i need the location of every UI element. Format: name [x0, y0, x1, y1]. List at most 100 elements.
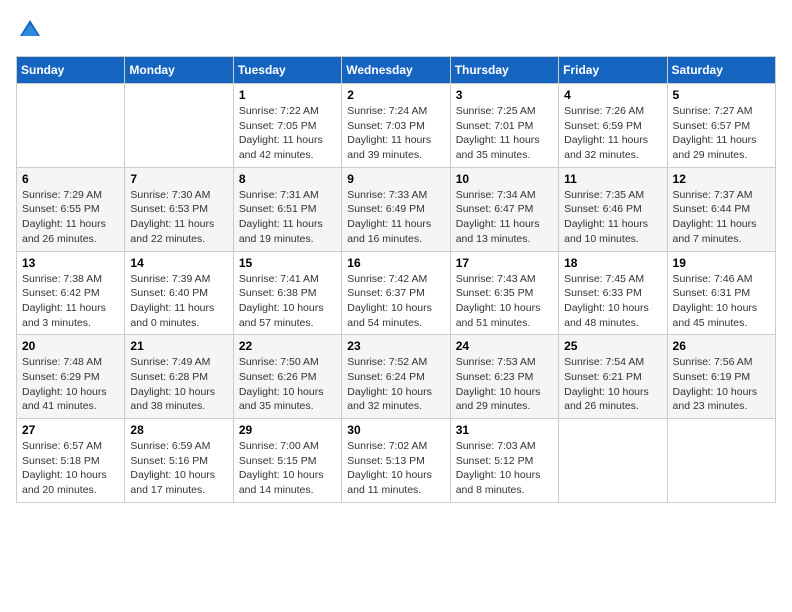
day-number: 25	[564, 339, 661, 353]
day-info: Sunrise: 7:46 AM Sunset: 6:31 PM Dayligh…	[673, 272, 770, 331]
calendar-cell: 27Sunrise: 6:57 AM Sunset: 5:18 PM Dayli…	[17, 419, 125, 503]
day-number: 15	[239, 256, 336, 270]
calendar-cell: 19 Sunrise: 7:46 AM Sunset: 6:31 PM Dayli…	[667, 251, 775, 335]
day-number: 19	[673, 256, 770, 270]
day-info: Sunrise: 7:41 AM Sunset: 6:38 PM Dayligh…	[239, 272, 336, 331]
day-number: 22	[239, 339, 336, 353]
day-info: Sunrise: 7:24 AM Sunset: 7:03 PM Dayligh…	[347, 104, 444, 163]
weekday-header: Saturday	[667, 57, 775, 84]
calendar-cell: 29Sunrise: 7:00 AM Sunset: 5:15 PM Dayli…	[233, 419, 341, 503]
day-info: Sunrise: 7:48 AM Sunset: 6:29 PM Dayligh…	[22, 355, 119, 414]
weekday-header: Friday	[559, 57, 667, 84]
day-number: 20	[22, 339, 119, 353]
day-info: Sunrise: 7:29 AM Sunset: 6:55 PM Dayligh…	[22, 188, 119, 247]
calendar-cell: 18 Sunrise: 7:45 AM Sunset: 6:33 PM Dayli…	[559, 251, 667, 335]
day-number: 31	[456, 423, 553, 437]
weekday-header: Thursday	[450, 57, 558, 84]
day-info: Sunrise: 7:00 AM Sunset: 5:15 PM Dayligh…	[239, 439, 336, 498]
weekday-header: Tuesday	[233, 57, 341, 84]
day-number: 18	[564, 256, 661, 270]
logo	[16, 16, 48, 44]
calendar-cell: 14 Sunrise: 7:39 AM Sunset: 6:40 PM Dayli…	[125, 251, 233, 335]
day-info: Sunrise: 7:37 AM Sunset: 6:44 PM Dayligh…	[673, 188, 770, 247]
calendar-cell: 21 Sunrise: 7:49 AM Sunset: 6:28 PM Dayli…	[125, 335, 233, 419]
day-number: 13	[22, 256, 119, 270]
calendar-cell: 3 Sunrise: 7:25 AM Sunset: 7:01 PM Daylig…	[450, 84, 558, 168]
day-number: 7	[130, 172, 227, 186]
calendar-cell: 20 Sunrise: 7:48 AM Sunset: 6:29 PM Dayli…	[17, 335, 125, 419]
day-number: 26	[673, 339, 770, 353]
day-info: Sunrise: 7:30 AM Sunset: 6:53 PM Dayligh…	[130, 188, 227, 247]
calendar-cell: 7 Sunrise: 7:30 AM Sunset: 6:53 PM Daylig…	[125, 167, 233, 251]
day-info: Sunrise: 7:35 AM Sunset: 6:46 PM Dayligh…	[564, 188, 661, 247]
day-info: Sunrise: 7:50 AM Sunset: 6:26 PM Dayligh…	[239, 355, 336, 414]
calendar-cell: 15 Sunrise: 7:41 AM Sunset: 6:38 PM Dayli…	[233, 251, 341, 335]
day-info: Sunrise: 7:52 AM Sunset: 6:24 PM Dayligh…	[347, 355, 444, 414]
day-number: 10	[456, 172, 553, 186]
calendar-cell	[125, 84, 233, 168]
day-info: Sunrise: 7:38 AM Sunset: 6:42 PM Dayligh…	[22, 272, 119, 331]
calendar-table: SundayMondayTuesdayWednesdayThursdayFrid…	[16, 56, 776, 503]
day-info: Sunrise: 7:42 AM Sunset: 6:37 PM Dayligh…	[347, 272, 444, 331]
day-info: Sunrise: 7:34 AM Sunset: 6:47 PM Dayligh…	[456, 188, 553, 247]
calendar-cell: 12 Sunrise: 7:37 AM Sunset: 6:44 PM Dayli…	[667, 167, 775, 251]
day-number: 30	[347, 423, 444, 437]
calendar-cell: 5Sunrise: 7:27 AM Sunset: 6:57 PM Daylig…	[667, 84, 775, 168]
calendar-cell: 23 Sunrise: 7:52 AM Sunset: 6:24 PM Dayli…	[342, 335, 450, 419]
day-info: Sunrise: 7:31 AM Sunset: 6:51 PM Dayligh…	[239, 188, 336, 247]
calendar-cell	[667, 419, 775, 503]
day-number: 27	[22, 423, 119, 437]
day-number: 23	[347, 339, 444, 353]
day-number: 12	[673, 172, 770, 186]
calendar-cell: 22 Sunrise: 7:50 AM Sunset: 6:26 PM Dayli…	[233, 335, 341, 419]
calendar-cell: 31 Sunrise: 7:03 AM Sunset: 5:12 PM Dayli…	[450, 419, 558, 503]
day-info: Sunrise: 7:22 AM Sunset: 7:05 PM Dayligh…	[239, 104, 336, 163]
day-info: Sunrise: 7:03 AM Sunset: 5:12 PM Dayligh…	[456, 439, 553, 498]
day-number: 17	[456, 256, 553, 270]
calendar-cell: 16 Sunrise: 7:42 AM Sunset: 6:37 PM Dayli…	[342, 251, 450, 335]
day-number: 9	[347, 172, 444, 186]
calendar-cell: 2 Sunrise: 7:24 AM Sunset: 7:03 PM Daylig…	[342, 84, 450, 168]
calendar-cell: 25 Sunrise: 7:54 AM Sunset: 6:21 PM Dayli…	[559, 335, 667, 419]
calendar-cell: 11 Sunrise: 7:35 AM Sunset: 6:46 PM Dayli…	[559, 167, 667, 251]
calendar-cell: 9 Sunrise: 7:33 AM Sunset: 6:49 PM Daylig…	[342, 167, 450, 251]
day-number: 2	[347, 88, 444, 102]
calendar-cell: 10 Sunrise: 7:34 AM Sunset: 6:47 PM Dayli…	[450, 167, 558, 251]
calendar-cell	[17, 84, 125, 168]
day-number: 3	[456, 88, 553, 102]
calendar-cell: 6 Sunrise: 7:29 AM Sunset: 6:55 PM Daylig…	[17, 167, 125, 251]
calendar-cell: 24 Sunrise: 7:53 AM Sunset: 6:23 PM Dayli…	[450, 335, 558, 419]
day-info: Sunrise: 7:39 AM Sunset: 6:40 PM Dayligh…	[130, 272, 227, 331]
day-number: 14	[130, 256, 227, 270]
calendar-week-row: 6 Sunrise: 7:29 AM Sunset: 6:55 PM Daylig…	[17, 167, 776, 251]
day-number: 24	[456, 339, 553, 353]
day-info: Sunrise: 7:54 AM Sunset: 6:21 PM Dayligh…	[564, 355, 661, 414]
day-number: 11	[564, 172, 661, 186]
day-info: Sunrise: 7:53 AM Sunset: 6:23 PM Dayligh…	[456, 355, 553, 414]
day-number: 6	[22, 172, 119, 186]
calendar-week-row: 27Sunrise: 6:57 AM Sunset: 5:18 PM Dayli…	[17, 419, 776, 503]
day-info: Sunrise: 7:33 AM Sunset: 6:49 PM Dayligh…	[347, 188, 444, 247]
weekday-header: Monday	[125, 57, 233, 84]
day-number: 8	[239, 172, 336, 186]
day-info: Sunrise: 6:59 AM Sunset: 5:16 PM Dayligh…	[130, 439, 227, 498]
day-number: 4	[564, 88, 661, 102]
calendar-cell: 17Sunrise: 7:43 AM Sunset: 6:35 PM Dayli…	[450, 251, 558, 335]
day-info: Sunrise: 7:27 AM Sunset: 6:57 PM Dayligh…	[673, 104, 770, 163]
calendar-cell: 1Sunrise: 7:22 AM Sunset: 7:05 PM Daylig…	[233, 84, 341, 168]
day-info: Sunrise: 7:45 AM Sunset: 6:33 PM Dayligh…	[564, 272, 661, 331]
day-info: Sunrise: 7:02 AM Sunset: 5:13 PM Dayligh…	[347, 439, 444, 498]
day-info: Sunrise: 7:25 AM Sunset: 7:01 PM Dayligh…	[456, 104, 553, 163]
calendar-cell: 30 Sunrise: 7:02 AM Sunset: 5:13 PM Dayli…	[342, 419, 450, 503]
calendar-week-row: 20 Sunrise: 7:48 AM Sunset: 6:29 PM Dayli…	[17, 335, 776, 419]
logo-icon	[16, 16, 44, 44]
calendar-header: SundayMondayTuesdayWednesdayThursdayFrid…	[17, 57, 776, 84]
calendar-cell	[559, 419, 667, 503]
day-number: 21	[130, 339, 227, 353]
day-number: 28	[130, 423, 227, 437]
calendar-week-row: 1Sunrise: 7:22 AM Sunset: 7:05 PM Daylig…	[17, 84, 776, 168]
day-info: Sunrise: 7:49 AM Sunset: 6:28 PM Dayligh…	[130, 355, 227, 414]
day-info: Sunrise: 7:56 AM Sunset: 6:19 PM Dayligh…	[673, 355, 770, 414]
day-number: 16	[347, 256, 444, 270]
calendar-cell: 13 Sunrise: 7:38 AM Sunset: 6:42 PM Dayli…	[17, 251, 125, 335]
